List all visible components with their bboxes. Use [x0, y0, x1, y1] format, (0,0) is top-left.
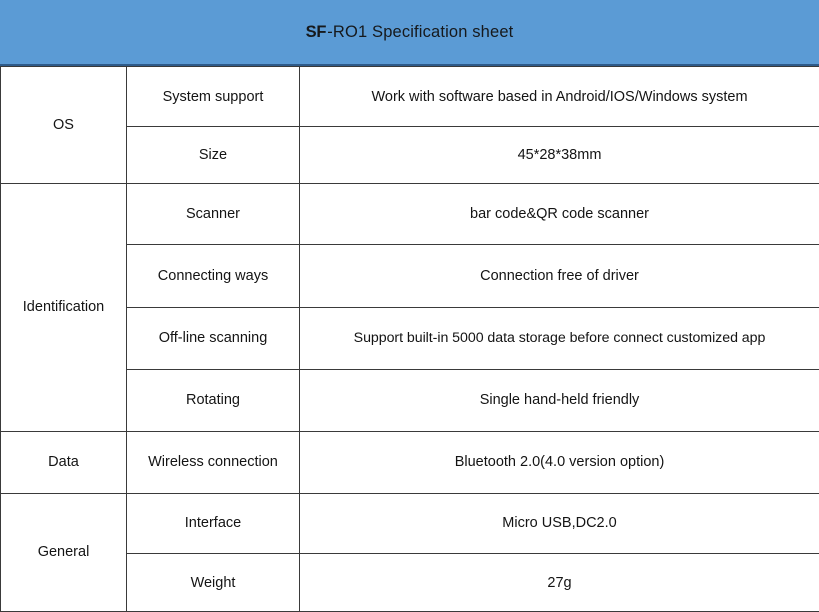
item-value-wireless-connection: Bluetooth 2.0(4.0 version option): [299, 430, 819, 494]
item-value-scanner: bar code&QR code scanner: [299, 183, 819, 245]
item-label-connecting-ways: Connecting ways: [126, 243, 300, 308]
item-label-wireless-connection: Wireless connection: [126, 430, 300, 494]
sheet-header-banner: SF-RO1 Specification sheet: [0, 0, 819, 66]
group-label-general: General: [0, 492, 127, 612]
item-value-size: 45*28*38mm: [299, 126, 819, 185]
item-value-weight: 27g: [299, 553, 819, 612]
item-value-connecting-ways: Connection free of driver: [299, 243, 819, 308]
table-row: Data Wireless connection Bluetooth 2.0(4…: [0, 430, 819, 494]
group-label-os: OS: [0, 65, 127, 185]
specification-table: OS System support Work with software bas…: [0, 65, 819, 612]
item-value-interface: Micro USB,DC2.0: [299, 492, 819, 555]
item-label-rotating: Rotating: [126, 368, 300, 432]
item-label-system-support: System support: [126, 65, 300, 128]
item-label-interface: Interface: [126, 492, 300, 555]
page-title: SF-RO1 Specification sheet: [306, 23, 514, 42]
page-title-rest: -RO1 Specification sheet: [327, 22, 514, 41]
item-value-off-line-scanning: Support built-in 5000 data storage befor…: [299, 306, 819, 370]
item-value-rotating: Single hand-held friendly: [299, 368, 819, 432]
item-value-system-support: Work with software based in Android/IOS/…: [299, 65, 819, 128]
table-row: OS System support Work with software bas…: [0, 65, 819, 185]
item-label-size: Size: [126, 126, 300, 185]
item-label-off-line-scanning: Off-line scanning: [126, 306, 300, 370]
item-label-weight: Weight: [126, 553, 300, 612]
table-row: General Interface Micro USB,DC2.0: [0, 492, 819, 612]
group-label-data: Data: [0, 430, 127, 494]
specification-sheet: SF-RO1 Specification sheet OS System sup…: [0, 0, 819, 612]
brand-name: SF: [305, 22, 327, 41]
table-row: Identification Scanner bar code&QR code …: [0, 183, 819, 432]
item-label-scanner: Scanner: [126, 183, 300, 245]
group-label-identification: Identification: [0, 183, 127, 432]
